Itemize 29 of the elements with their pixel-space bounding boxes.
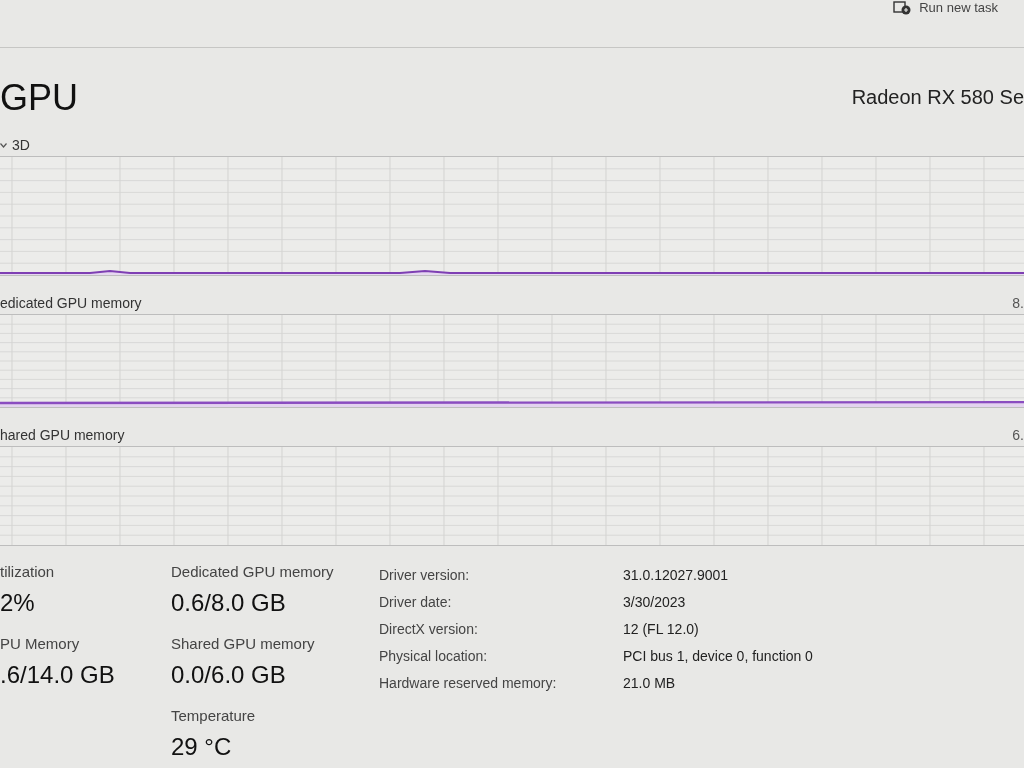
detail-label: Physical location: — [379, 647, 489, 666]
stat-value: 0.0/6.0 GB — [171, 660, 287, 690]
stat-value: 29 °C — [171, 732, 233, 762]
stat-value: .6/14.0 GB — [0, 660, 116, 690]
stat-label: Temperature — [171, 706, 257, 726]
graph-label: hared GPU memory — [0, 426, 125, 445]
detail-value: 3/30/2023 — [623, 593, 687, 612]
stat-label: Shared GPU memory — [171, 634, 316, 654]
stat-value: 2% — [0, 588, 36, 618]
detail-value: 12 (FL 12.0) — [623, 620, 700, 639]
stat-label: Dedicated GPU memory — [171, 562, 335, 582]
device-name: Radeon RX 580 Se — [851, 85, 1024, 109]
detail-label: DirectX version: — [379, 620, 479, 639]
detail-value: PCI bus 1, device 0, function 0 — [623, 647, 813, 666]
graph-max-label: 8. — [1012, 294, 1024, 313]
chevron-down-icon — [0, 142, 7, 148]
engine-dropdown[interactable]: 3D — [0, 135, 30, 155]
run-new-task-button[interactable]: Run new task — [893, 0, 998, 16]
detail-value: 21.0 MB — [623, 674, 677, 693]
page-title: GPU — [0, 78, 78, 118]
detail-label: Hardware reserved memory: — [379, 674, 558, 693]
stat-value: 0.6/8.0 GB — [171, 588, 287, 618]
detail-label: Driver date: — [379, 593, 453, 612]
stat-label: PU Memory — [0, 634, 81, 654]
graph-label: edicated GPU memory — [0, 294, 142, 313]
detail-label: Driver version: — [379, 566, 471, 585]
detail-value: 31.0.12027.9001 — [623, 566, 730, 585]
stat-label: tilization — [0, 562, 56, 582]
graph-max-label: 6. — [1012, 426, 1024, 445]
